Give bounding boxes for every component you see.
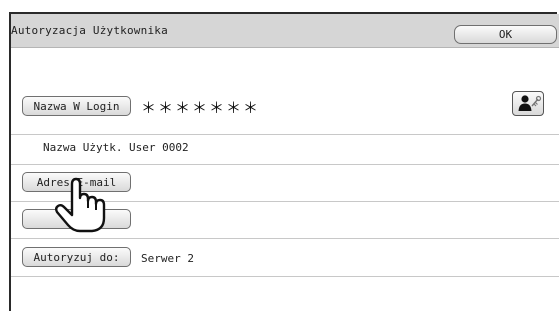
login-name-button[interactable]: Nazwa W Login [22, 96, 131, 116]
user-key-button[interactable] [512, 91, 544, 116]
user-key-icon [518, 95, 542, 111]
login-masked-value: ＊＊＊＊＊＊＊ [141, 99, 261, 117]
authorize-to-button[interactable]: Autoryzuj do: [22, 247, 131, 267]
divider [11, 276, 559, 277]
divider [11, 164, 559, 165]
dialog-title: Autoryzacja Użytkownika [11, 24, 168, 37]
ok-button[interactable]: OK [454, 25, 557, 44]
authorize-to-value: Serwer 2 [141, 252, 194, 265]
user-name-label: Nazwa Użytk. [43, 141, 123, 154]
hand-pointer-icon [55, 177, 106, 233]
user-name-value: User 0002 [129, 141, 189, 154]
divider [11, 134, 559, 135]
divider [11, 238, 559, 239]
